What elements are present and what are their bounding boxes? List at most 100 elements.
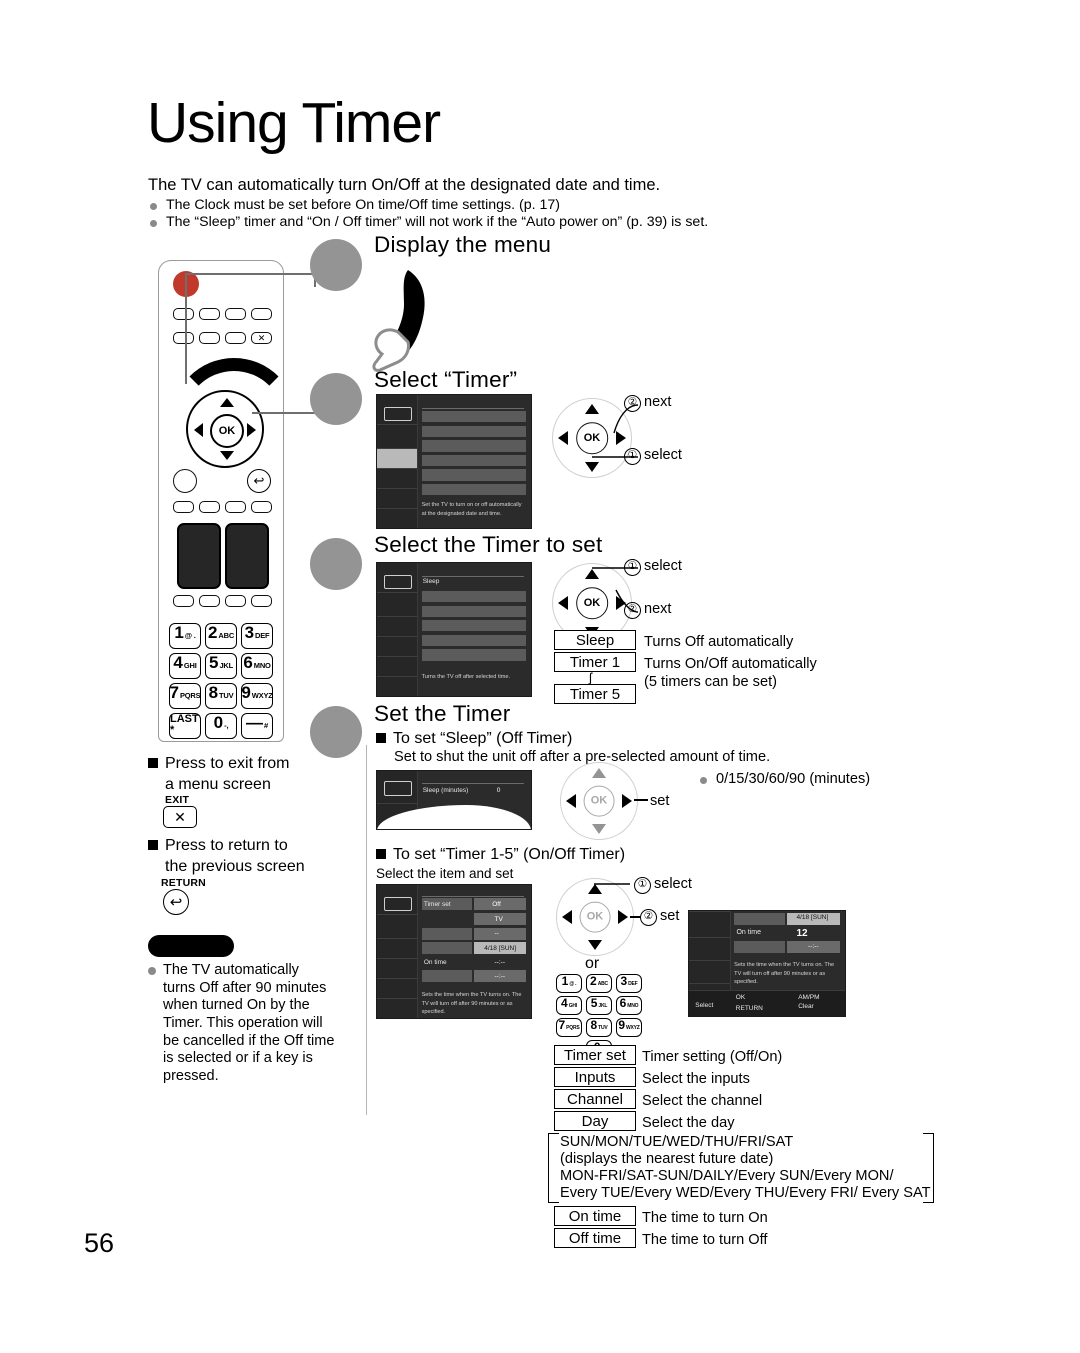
or-label: or — [585, 955, 600, 972]
menu-row — [421, 410, 527, 423]
step3-annotation-next: ② next — [624, 601, 671, 619]
step-2-heading: Select “Timer” — [374, 367, 518, 392]
menu-row-label-bg — [421, 927, 472, 940]
legend-desc-on-time: The time to turn On — [642, 1210, 768, 1226]
keypad-key-8: 8 TUV — [586, 1018, 612, 1037]
pointing-hand-icon — [372, 270, 425, 372]
arrow-up-icon — [220, 398, 234, 407]
keypad-key-1: 1 @ . — [556, 974, 582, 993]
day-option-line-1: SUN/MON/TUE/WED/THU/FRI/SAT — [560, 1134, 794, 1150]
menu-row-value-bg — [474, 927, 527, 940]
remote-button-row-1 — [173, 308, 273, 320]
legend-box-channel: Channel — [554, 1089, 636, 1109]
step-marker-1 — [310, 239, 362, 291]
menu-sidebar — [377, 885, 419, 1018]
menu-sidebar-cell — [377, 424, 418, 449]
menu-description: Sets the time when the TV turns on. The … — [734, 962, 835, 986]
menu-body: Set the TV to turn on or off automatical… — [417, 395, 531, 528]
exit-key-icon: ✕ — [251, 332, 272, 344]
remote-button-row-3 — [173, 501, 273, 513]
step-3-heading: Select the Timer to set — [374, 532, 603, 557]
remote-key-4: 4 GHI — [169, 653, 201, 679]
legend-desc-sleep: Turns Off automatically — [644, 634, 794, 650]
callout-line-select — [594, 883, 630, 885]
keypad-key-3: 3 DEF — [616, 974, 642, 993]
timer-set-label: Timer set — [423, 900, 451, 908]
footer-clear: Clear — [798, 1003, 814, 1011]
sleep-minutes-value: 0 — [496, 786, 501, 794]
legend-desc-timer-set: Timer setting (Off/On) — [642, 1049, 783, 1065]
menu-row-label-bg — [734, 941, 785, 953]
keypad-key-9: 9 WXYZ — [616, 1018, 642, 1037]
remote-key — [173, 595, 194, 607]
menu-icon — [384, 896, 412, 911]
note-text: The TV automatically turns Off after 90 … — [148, 962, 335, 1086]
remote-key — [199, 332, 220, 344]
day-option-line-4: Every TUE/Every WED/Every THU/Every FRI/… — [560, 1185, 931, 1201]
menu-sidebar-cell — [689, 911, 730, 938]
menu-footer-bar: Select OK RETURN AM/PM Clear — [689, 989, 845, 1016]
arrow-right-icon — [622, 794, 633, 808]
inputs-value: TV — [494, 915, 503, 923]
remote-key — [225, 308, 246, 320]
menu-sidebar-cell — [377, 508, 418, 528]
keypad-key-6: 6 MNO — [616, 996, 642, 1015]
menu-icon — [384, 574, 412, 589]
menu-row-label-bg — [421, 970, 472, 983]
step-marker-4 — [310, 706, 362, 758]
leader-line — [185, 273, 315, 275]
nav-ring-sleep: OK — [560, 762, 638, 840]
on-time-value-right: 12 — [796, 927, 808, 939]
step2-annotation-next: ② next — [624, 394, 671, 412]
legend-box-sleep: Sleep — [554, 630, 636, 650]
keypad-key-5: 5 JKL — [586, 996, 612, 1015]
menu-sidebar-cell — [377, 468, 418, 489]
legend-desc-timercount: (5 timers can be set) — [644, 674, 778, 690]
arrow-left-icon — [194, 423, 203, 437]
remote-key-5: 5 JKL — [205, 653, 237, 679]
remote-key — [251, 501, 272, 513]
remote-key — [173, 501, 194, 513]
step-1-heading: Display the menu — [374, 232, 552, 257]
menu-sidebar-cell — [377, 958, 418, 979]
callout-line-set — [630, 916, 640, 918]
remote-rocker-left — [177, 523, 221, 589]
menu-sidebar-cell — [377, 676, 418, 696]
remote-key — [199, 308, 220, 320]
timer-menu-screenshot: Set the TV to turn on or off automatical… — [376, 394, 532, 529]
remote-key-6: 6 MNO — [241, 653, 273, 679]
step-marker-3 — [310, 538, 362, 590]
intro-text: The TV can automatically turn On/Off at … — [148, 176, 661, 194]
note-label-block — [148, 935, 234, 957]
menu-sidebar-cell — [377, 616, 418, 637]
menu-row — [421, 425, 527, 437]
remote-key-7: 7 PQRS — [169, 683, 201, 709]
menu-row — [421, 484, 527, 496]
legend-tilde: ʃ — [589, 670, 592, 685]
arrow-down-icon — [220, 451, 234, 460]
intro-bullet-2: The “Sleep” timer and “On / Off timer” w… — [150, 214, 708, 230]
day-value-right: 4/18 [SUN] — [796, 914, 829, 922]
menu-header — [421, 567, 525, 578]
keypad-key-7: 7 PQRS — [556, 1018, 582, 1037]
menu-row — [421, 649, 527, 661]
off-time-value-right: --:-- — [808, 942, 819, 950]
exit-note: Press to exit from a menu screen — [148, 754, 380, 796]
remote-key — [199, 501, 220, 513]
timer15-menu-screenshot-left: Timer set Off TV -- 4/18 [SUN] On time -… — [376, 884, 532, 1019]
remote-key — [173, 308, 194, 320]
remote-key — [225, 595, 246, 607]
step-marker-2 — [310, 373, 362, 425]
remote-key-: — # — [241, 713, 273, 739]
legend-box-timer1: Timer 1 — [554, 652, 636, 672]
remote-key-9: 9 WXYZ — [241, 683, 273, 709]
sleep-set-label: set — [650, 793, 670, 809]
menu-sidebar — [377, 395, 419, 528]
remote-button-row-4 — [173, 595, 273, 607]
footer-ampm: AM/PM — [798, 994, 820, 1002]
menu-header — [421, 399, 525, 410]
legend-box-day: Day — [554, 1111, 636, 1131]
return-note: Press to return to the previous screen — [148, 836, 395, 878]
remote-round-key — [173, 469, 197, 493]
menu-row — [421, 590, 527, 603]
